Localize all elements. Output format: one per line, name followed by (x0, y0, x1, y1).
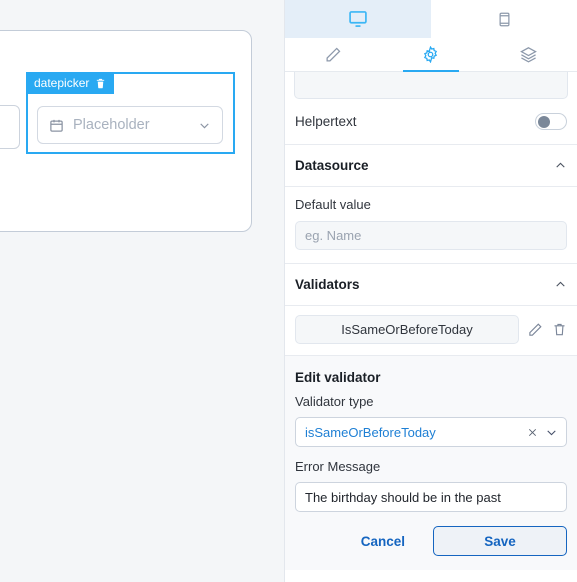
validator-type-block: Validator type isSameOrBeforeToday (285, 394, 577, 459)
tab-styles[interactable] (285, 38, 382, 71)
tab-settings[interactable] (382, 38, 479, 71)
toggle-knob (538, 116, 550, 128)
section-datasource-header[interactable]: Datasource (285, 145, 577, 187)
design-canvas[interactable]: datepicker Placeholder (0, 0, 284, 582)
pencil-icon (529, 323, 542, 336)
error-message-block: Error Message (285, 459, 577, 524)
default-value-block: Default value (285, 187, 577, 264)
section-title: Datasource (295, 158, 369, 173)
widget-tag-label: datepicker (34, 76, 90, 90)
validator-list-item: IsSameOrBeforeToday (285, 306, 577, 356)
trash-icon (554, 323, 565, 336)
edit-validator-panel: Edit validator Validator type isSameOrBe… (285, 356, 577, 570)
chevron-down-icon[interactable] (198, 119, 211, 132)
tab-layers[interactable] (480, 38, 577, 71)
phone-icon (499, 12, 509, 26)
device-tab-mobile[interactable] (431, 0, 577, 38)
layers-icon (519, 47, 537, 63)
section-title: Validators (295, 277, 360, 292)
adjacent-field-partial[interactable] (0, 105, 20, 149)
default-value-input[interactable] (295, 221, 567, 250)
scrolled-input-partial[interactable] (294, 72, 568, 99)
validator-name[interactable]: IsSameOrBeforeToday (295, 315, 519, 344)
panel-scroll-area[interactable]: Helpertext Datasource Default value Vali… (285, 72, 577, 582)
close-icon[interactable] (527, 427, 538, 438)
datepicker-placeholder: Placeholder (73, 117, 150, 133)
error-message-input[interactable] (295, 482, 567, 512)
validator-type-label: Validator type (295, 394, 374, 409)
device-tab-bar (285, 0, 577, 38)
app-root: datepicker Placeholder Helpertext Dataso… (0, 0, 577, 582)
helpertext-toggle[interactable] (535, 113, 567, 130)
widget-tag[interactable]: datepicker (26, 72, 115, 94)
edit-validator-actions: Cancel Save (285, 524, 577, 570)
monitor-icon (349, 11, 367, 27)
chevron-up-icon[interactable] (554, 278, 567, 291)
validator-type-value: isSameOrBeforeToday (305, 424, 436, 440)
properties-panel: Helpertext Datasource Default value Vali… (284, 0, 577, 582)
validator-type-select[interactable]: isSameOrBeforeToday (295, 417, 567, 447)
validator-delete-button[interactable] (552, 322, 567, 337)
chevron-down-icon[interactable] (545, 426, 558, 439)
datepicker-input[interactable]: Placeholder (37, 106, 223, 144)
gear-icon (424, 46, 438, 63)
pencil-icon (326, 47, 341, 62)
device-tab-desktop[interactable] (285, 0, 431, 38)
chevron-up-icon[interactable] (554, 159, 567, 172)
panel-tab-bar (285, 38, 577, 72)
default-value-label: Default value (295, 197, 371, 212)
helpertext-label: Helpertext (295, 114, 357, 129)
error-message-label: Error Message (295, 459, 381, 474)
cancel-button[interactable]: Cancel (343, 527, 423, 556)
validator-edit-button[interactable] (528, 322, 543, 337)
helpertext-row: Helpertext (285, 99, 577, 145)
trash-icon[interactable] (95, 77, 106, 90)
edit-validator-title: Edit validator (295, 370, 381, 385)
section-validators-header[interactable]: Validators (285, 264, 577, 306)
save-button[interactable]: Save (433, 526, 567, 556)
calendar-icon (50, 119, 63, 132)
